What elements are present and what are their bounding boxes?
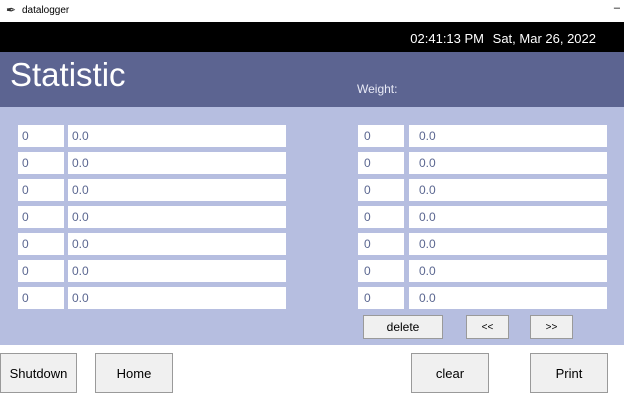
right-row-value[interactable]: 0.0 xyxy=(409,260,607,282)
right-row-index[interactable]: 0 xyxy=(358,233,404,255)
left-row-index[interactable]: 0 xyxy=(18,206,64,228)
left-row-index[interactable]: 0 xyxy=(18,152,64,174)
left-row-index[interactable]: 0 xyxy=(18,125,64,147)
feather-icon: ✒ xyxy=(6,3,17,17)
window-title: datalogger xyxy=(22,5,70,16)
right-row-index[interactable]: 0 xyxy=(358,152,404,174)
right-row-value[interactable]: 0.0 xyxy=(409,233,607,255)
page-title: Statistic xyxy=(10,56,126,93)
left-row-index[interactable]: 0 xyxy=(18,260,64,282)
right-row-value[interactable]: 0.0 xyxy=(409,125,607,147)
right-row-value[interactable]: 0.0 xyxy=(409,179,607,201)
left-row-value[interactable]: 0.0 xyxy=(68,287,286,309)
left-row-index[interactable]: 0 xyxy=(18,179,64,201)
right-row-value[interactable]: 0.0 xyxy=(409,206,607,228)
right-row-index[interactable]: 0 xyxy=(358,206,404,228)
window-titlebar: ✒ datalogger – xyxy=(0,0,624,22)
clear-button[interactable]: clear xyxy=(411,353,489,393)
clock-time: 02:41:13 PM xyxy=(410,31,484,46)
left-row-value[interactable]: 0.0 xyxy=(68,152,286,174)
right-row-index[interactable]: 0 xyxy=(358,260,404,282)
left-row-value[interactable]: 0.0 xyxy=(68,260,286,282)
home-button[interactable]: Home xyxy=(95,353,173,393)
left-row-index[interactable]: 0 xyxy=(18,233,64,255)
clock-bar: 02:41:13 PM Sat, Mar 26, 2022 xyxy=(0,22,624,52)
left-row-value[interactable]: 0.0 xyxy=(68,233,286,255)
print-button[interactable]: Print xyxy=(530,353,608,393)
footer-bar: Shutdown Home clear Print xyxy=(0,345,624,400)
left-row-value[interactable]: 0.0 xyxy=(68,206,286,228)
right-row-index[interactable]: 0 xyxy=(358,287,404,309)
delete-button[interactable]: delete xyxy=(363,315,443,339)
previous-page-button[interactable]: << xyxy=(466,315,509,339)
statistics-panel: 0 0.0 0 0.0 0 0.0 0 0.0 0 0.0 0 0.0 0 0.… xyxy=(0,107,624,345)
left-row-value[interactable]: 0.0 xyxy=(68,179,286,201)
right-row-value[interactable]: 0.0 xyxy=(409,287,607,309)
shutdown-button[interactable]: Shutdown xyxy=(0,353,77,393)
right-row-index[interactable]: 0 xyxy=(358,179,404,201)
clock-date: Sat, Mar 26, 2022 xyxy=(492,31,596,46)
minimize-button[interactable]: – xyxy=(614,2,620,14)
weight-label: Weight: xyxy=(357,82,398,96)
page-header: Statistic Weight: xyxy=(0,52,624,107)
right-row-index[interactable]: 0 xyxy=(358,125,404,147)
next-page-button[interactable]: >> xyxy=(530,315,573,339)
left-row-index[interactable]: 0 xyxy=(18,287,64,309)
right-row-value[interactable]: 0.0 xyxy=(409,152,607,174)
left-row-value[interactable]: 0.0 xyxy=(68,125,286,147)
